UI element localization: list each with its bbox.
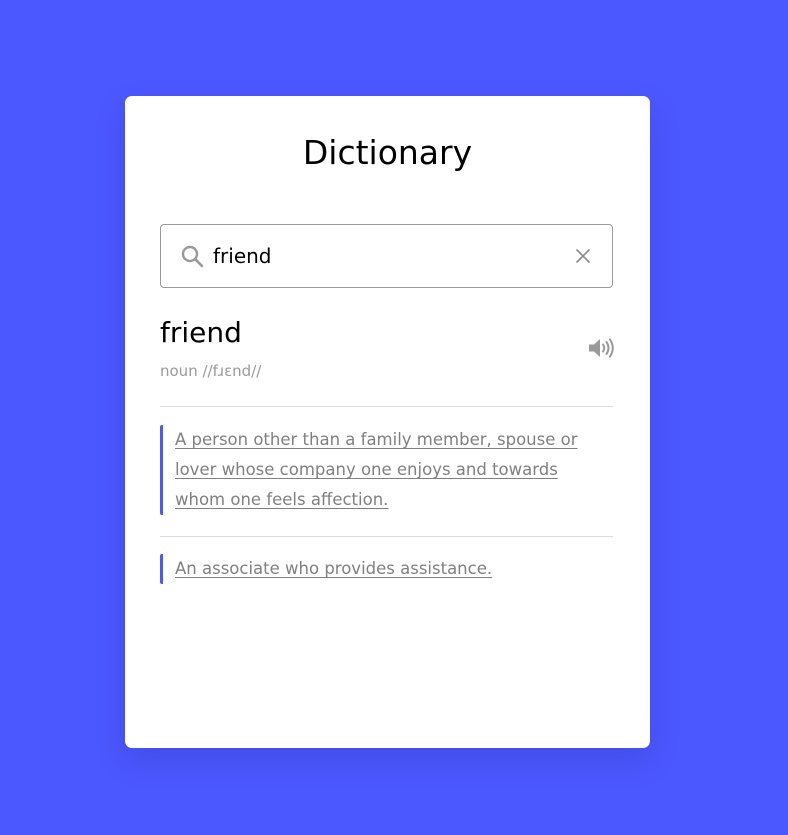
dictionary-card: Dictionary friend noun //fɹɛnd// A perso… <box>125 96 650 748</box>
speaker-icon[interactable] <box>588 337 615 359</box>
page-title: Dictionary <box>302 133 473 172</box>
meaning-item[interactable]: An associate who provides assistance. <box>160 554 613 584</box>
divider <box>160 406 613 407</box>
divider <box>160 536 613 537</box>
close-icon[interactable] <box>574 247 592 265</box>
search-input[interactable] <box>213 239 553 273</box>
search-icon <box>181 245 204 268</box>
search-box[interactable] <box>160 224 613 288</box>
phonetic-text: noun //fɹɛnd// <box>160 362 262 380</box>
result-word: friend <box>160 316 242 349</box>
meaning-item[interactable]: A person other than a family member, spo… <box>160 425 613 515</box>
